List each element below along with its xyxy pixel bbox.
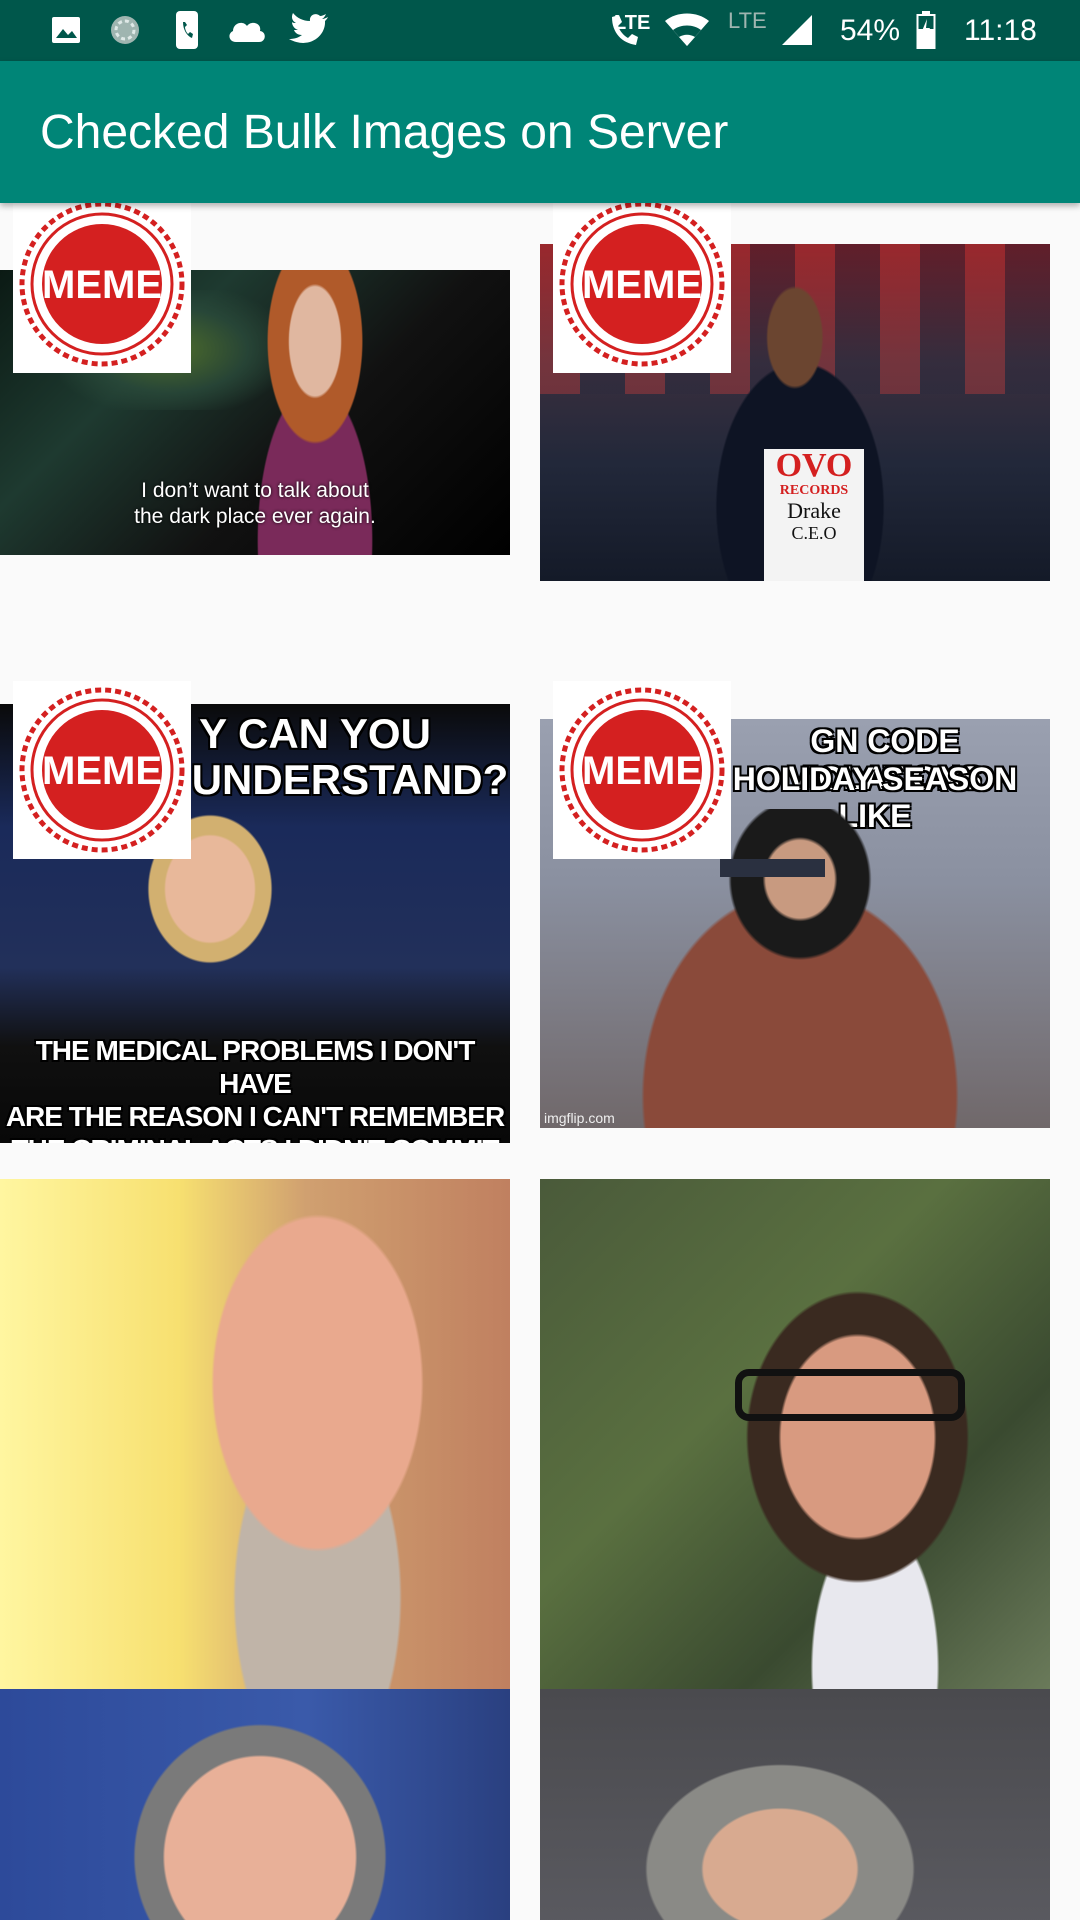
meme-badge: MEME bbox=[13, 203, 191, 373]
app-bar: Checked Bulk Images on Server bbox=[0, 61, 1080, 203]
image-caption: I don’t want to talk about the dark plac… bbox=[134, 479, 376, 528]
grid-image-7[interactable] bbox=[0, 1689, 510, 1920]
page-title: Checked Bulk Images on Server bbox=[40, 106, 729, 159]
meme-stamp-icon: MEME bbox=[559, 203, 725, 367]
status-bar: LTE LTE 54% 11:18 bbox=[0, 0, 1080, 61]
wifi-icon bbox=[664, 12, 710, 48]
image-icon bbox=[48, 12, 84, 48]
shirt-text-ceo: C.E.O bbox=[791, 523, 837, 543]
meme-stamp-icon: MEME bbox=[559, 687, 725, 853]
person-figure bbox=[700, 1269, 1050, 1689]
svg-text:MEME: MEME bbox=[42, 749, 162, 793]
network-type-label: LTE bbox=[614, 12, 651, 34]
person-figure bbox=[600, 1729, 960, 1920]
shirt-logo: OVO RECORDS Drake C.E.O bbox=[764, 449, 864, 581]
shirt-text-ovo: OVO bbox=[775, 447, 853, 484]
svg-text:MEME: MEME bbox=[582, 749, 702, 793]
battery-icon bbox=[914, 11, 938, 49]
image-grid: I don’t want to talk about the dark plac… bbox=[0, 203, 1080, 1920]
meme-bottom-text: THE MEDICAL PROBLEMS I DON'T HAVE ARE TH… bbox=[5, 1035, 505, 1143]
clock: 11:18 bbox=[964, 14, 1037, 47]
meme-stamp-icon: MEME bbox=[19, 687, 185, 853]
glasses bbox=[735, 1369, 965, 1421]
network-type-label-2: LTE bbox=[728, 8, 767, 33]
meme-stamp-icon: MEME bbox=[19, 203, 185, 367]
meme-badge: MEME bbox=[553, 203, 731, 373]
signal-icon bbox=[778, 12, 816, 48]
meme-badge: MEME bbox=[13, 681, 191, 859]
twitter-icon bbox=[288, 12, 330, 48]
grid-image-5[interactable] bbox=[0, 1179, 510, 1689]
watermark: imgflip.com bbox=[544, 1110, 615, 1126]
phone-icon bbox=[172, 11, 202, 49]
person-figure bbox=[160, 1179, 510, 1689]
svg-text:MEME: MEME bbox=[582, 263, 702, 307]
svg-text:MEME: MEME bbox=[42, 263, 162, 307]
person-figure bbox=[100, 1689, 420, 1920]
meme-badge: MEME bbox=[553, 681, 731, 859]
grid-image-8[interactable] bbox=[540, 1689, 1050, 1920]
battery-percent: 54% bbox=[840, 14, 901, 47]
sync-icon bbox=[107, 12, 143, 48]
blindfold bbox=[720, 859, 825, 877]
shirt-text-drake: Drake bbox=[787, 498, 841, 523]
grid-image-6[interactable] bbox=[540, 1179, 1050, 1689]
shirt-text-records: RECORDS bbox=[779, 483, 849, 498]
cloud-icon bbox=[226, 12, 268, 48]
